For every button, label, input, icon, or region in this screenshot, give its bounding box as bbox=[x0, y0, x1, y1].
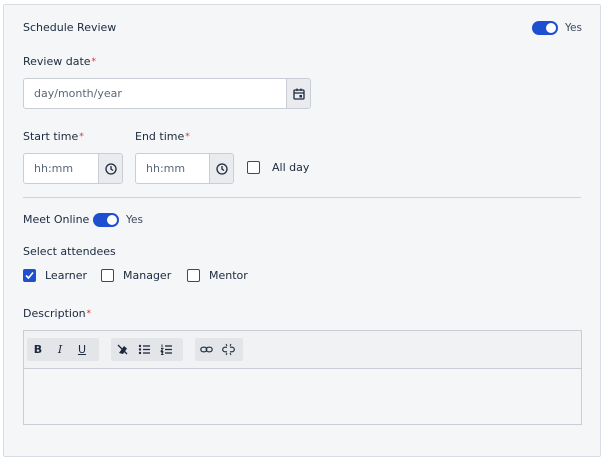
attendee-mentor-label: Mentor bbox=[209, 269, 248, 282]
start-time-label: Start time* bbox=[23, 130, 84, 143]
underline-button[interactable]: U bbox=[71, 338, 93, 361]
numbered-list-icon[interactable] bbox=[155, 338, 177, 361]
select-attendees-label: Select attendees bbox=[23, 245, 116, 258]
bullet-list-icon[interactable] bbox=[133, 338, 155, 361]
meet-online-toggle-label: Yes bbox=[126, 214, 143, 226]
italic-button[interactable]: I bbox=[49, 338, 71, 361]
start-time-field[interactable]: hh:mm bbox=[23, 153, 123, 184]
start-time-input[interactable]: hh:mm bbox=[24, 154, 98, 183]
description-textarea[interactable] bbox=[24, 369, 581, 424]
bold-button[interactable]: B bbox=[27, 338, 49, 361]
format-group: B I U bbox=[27, 338, 99, 361]
all-day-label: All day bbox=[272, 161, 310, 174]
link-group bbox=[195, 338, 243, 361]
schedule-review-panel: Schedule Review Yes Review date* day/mon… bbox=[3, 4, 601, 457]
meet-online-toggle[interactable] bbox=[93, 213, 119, 227]
list-group bbox=[111, 338, 183, 361]
unlink-icon[interactable] bbox=[217, 338, 239, 361]
meet-online-label: Meet Online bbox=[23, 213, 90, 226]
panel-title: Schedule Review bbox=[23, 21, 117, 34]
review-date-input[interactable]: day/month/year bbox=[24, 79, 286, 108]
end-time-field[interactable]: hh:mm bbox=[135, 153, 234, 184]
review-date-label: Review date* bbox=[23, 55, 97, 68]
all-day-checkbox[interactable] bbox=[247, 161, 260, 174]
divider bbox=[23, 197, 581, 198]
editor-toolbar: B I U bbox=[24, 331, 581, 369]
description-editor: B I U bbox=[23, 330, 582, 425]
attendee-learner-label: Learner bbox=[45, 269, 88, 282]
attendee-manager-checkbox[interactable] bbox=[101, 269, 114, 282]
link-icon[interactable] bbox=[195, 338, 217, 361]
attendee-learner-checkbox[interactable] bbox=[23, 269, 36, 282]
review-date-field[interactable]: day/month/year bbox=[23, 78, 311, 109]
attendee-manager-label: Manager bbox=[123, 269, 172, 282]
attendee-mentor-checkbox[interactable] bbox=[187, 269, 200, 282]
end-time-label: End time* bbox=[135, 130, 190, 143]
clock-icon[interactable] bbox=[98, 154, 122, 183]
description-label: Description* bbox=[23, 307, 92, 320]
schedule-toggle-label: Yes bbox=[565, 22, 582, 34]
clear-format-icon[interactable] bbox=[111, 338, 133, 361]
end-time-input[interactable]: hh:mm bbox=[136, 154, 209, 183]
schedule-review-toggle[interactable] bbox=[532, 21, 558, 35]
calendar-icon[interactable] bbox=[286, 79, 310, 108]
clock-icon[interactable] bbox=[209, 154, 233, 183]
